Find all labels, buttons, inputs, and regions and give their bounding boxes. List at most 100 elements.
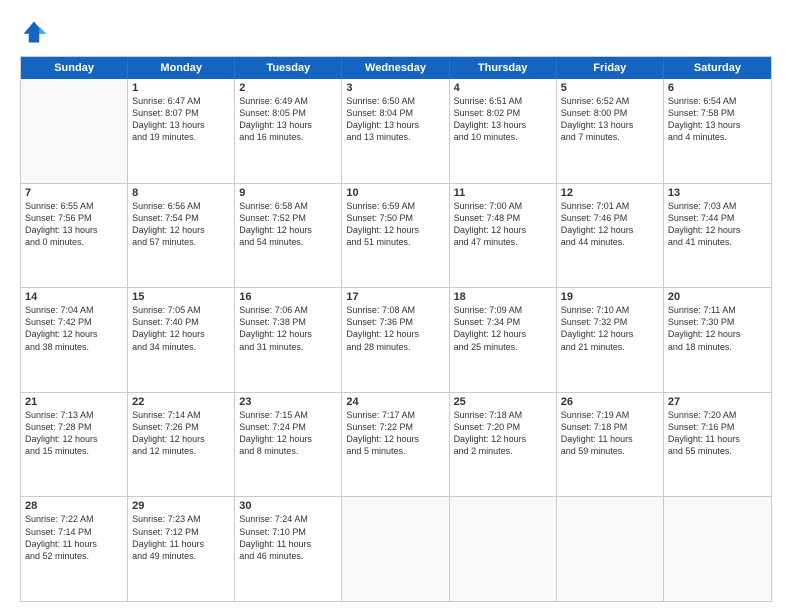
cell-line: Sunset: 7:30 PM <box>668 316 767 328</box>
cell-line: and 51 minutes. <box>346 236 444 248</box>
cell-line: Daylight: 12 hours <box>346 224 444 236</box>
cell-line: and 38 minutes. <box>25 341 123 353</box>
day-cell-10: 10Sunrise: 6:59 AMSunset: 7:50 PMDayligh… <box>342 184 449 288</box>
cell-line: Daylight: 11 hours <box>239 538 337 550</box>
cell-line: Daylight: 12 hours <box>454 433 552 445</box>
day-number: 28 <box>25 500 123 512</box>
cell-line: Sunset: 7:50 PM <box>346 212 444 224</box>
cell-line: and 44 minutes. <box>561 236 659 248</box>
cell-line: Daylight: 12 hours <box>132 433 230 445</box>
cell-line: Sunset: 8:02 PM <box>454 107 552 119</box>
cell-line: Daylight: 11 hours <box>25 538 123 550</box>
cell-line: Sunset: 7:14 PM <box>25 526 123 538</box>
cell-line: and 21 minutes. <box>561 341 659 353</box>
cell-line: Sunset: 7:46 PM <box>561 212 659 224</box>
day-number: 15 <box>132 291 230 303</box>
cell-line: Sunrise: 7:14 AM <box>132 409 230 421</box>
weekday-header-saturday: Saturday <box>664 57 771 79</box>
cell-line: Sunrise: 7:15 AM <box>239 409 337 421</box>
cell-line: Sunset: 7:32 PM <box>561 316 659 328</box>
day-cell-19: 19Sunrise: 7:10 AMSunset: 7:32 PMDayligh… <box>557 288 664 392</box>
cell-line: Daylight: 12 hours <box>132 224 230 236</box>
cell-line: Daylight: 11 hours <box>668 433 767 445</box>
cell-line: and 25 minutes. <box>454 341 552 353</box>
cell-line: Sunrise: 7:05 AM <box>132 304 230 316</box>
day-number: 2 <box>239 82 337 94</box>
calendar-row-1: 7Sunrise: 6:55 AMSunset: 7:56 PMDaylight… <box>21 184 771 289</box>
day-number: 4 <box>454 82 552 94</box>
cell-line: Daylight: 13 hours <box>239 119 337 131</box>
cell-line: and 52 minutes. <box>25 550 123 562</box>
cell-line: Sunrise: 6:47 AM <box>132 95 230 107</box>
weekday-header-sunday: Sunday <box>21 57 128 79</box>
cell-line: Sunrise: 6:59 AM <box>346 200 444 212</box>
calendar-row-3: 21Sunrise: 7:13 AMSunset: 7:28 PMDayligh… <box>21 393 771 498</box>
cell-line: and 5 minutes. <box>346 445 444 457</box>
cell-line: Sunset: 7:16 PM <box>668 421 767 433</box>
day-number: 10 <box>346 187 444 199</box>
day-cell-13: 13Sunrise: 7:03 AMSunset: 7:44 PMDayligh… <box>664 184 771 288</box>
cell-line: Daylight: 13 hours <box>668 119 767 131</box>
cell-line: Sunrise: 6:58 AM <box>239 200 337 212</box>
cell-line: and 7 minutes. <box>561 131 659 143</box>
cell-line: Daylight: 12 hours <box>25 328 123 340</box>
empty-cell <box>342 497 449 601</box>
day-cell-20: 20Sunrise: 7:11 AMSunset: 7:30 PMDayligh… <box>664 288 771 392</box>
cell-line: Sunrise: 7:06 AM <box>239 304 337 316</box>
cell-line: Sunrise: 7:20 AM <box>668 409 767 421</box>
day-number: 13 <box>668 187 767 199</box>
day-number: 25 <box>454 396 552 408</box>
cell-line: and 31 minutes. <box>239 341 337 353</box>
day-number: 14 <box>25 291 123 303</box>
cell-line: Daylight: 11 hours <box>132 538 230 550</box>
cell-line: Daylight: 12 hours <box>561 328 659 340</box>
cell-line: Sunset: 7:10 PM <box>239 526 337 538</box>
day-number: 8 <box>132 187 230 199</box>
cell-line: and 15 minutes. <box>25 445 123 457</box>
cell-line: and 19 minutes. <box>132 131 230 143</box>
cell-line: Sunset: 7:12 PM <box>132 526 230 538</box>
cell-line: Sunrise: 7:00 AM <box>454 200 552 212</box>
cell-line: and 18 minutes. <box>668 341 767 353</box>
cell-line: and 41 minutes. <box>668 236 767 248</box>
empty-cell <box>450 497 557 601</box>
cell-line: and 59 minutes. <box>561 445 659 457</box>
day-number: 19 <box>561 291 659 303</box>
cell-line: and 34 minutes. <box>132 341 230 353</box>
day-number: 1 <box>132 82 230 94</box>
day-cell-28: 28Sunrise: 7:22 AMSunset: 7:14 PMDayligh… <box>21 497 128 601</box>
day-cell-23: 23Sunrise: 7:15 AMSunset: 7:24 PMDayligh… <box>235 393 342 497</box>
cell-line: Sunrise: 7:24 AM <box>239 513 337 525</box>
cell-line: Sunrise: 6:49 AM <box>239 95 337 107</box>
day-number: 9 <box>239 187 337 199</box>
day-cell-3: 3Sunrise: 6:50 AMSunset: 8:04 PMDaylight… <box>342 79 449 183</box>
day-cell-2: 2Sunrise: 6:49 AMSunset: 8:05 PMDaylight… <box>235 79 342 183</box>
day-cell-7: 7Sunrise: 6:55 AMSunset: 7:56 PMDaylight… <box>21 184 128 288</box>
cell-line: Daylight: 13 hours <box>454 119 552 131</box>
cell-line: Sunrise: 7:04 AM <box>25 304 123 316</box>
weekday-header-wednesday: Wednesday <box>342 57 449 79</box>
cell-line: and 8 minutes. <box>239 445 337 457</box>
day-number: 3 <box>346 82 444 94</box>
day-cell-5: 5Sunrise: 6:52 AMSunset: 8:00 PMDaylight… <box>557 79 664 183</box>
cell-line: Sunset: 7:22 PM <box>346 421 444 433</box>
cell-line: Daylight: 11 hours <box>561 433 659 445</box>
cell-line: and 13 minutes. <box>346 131 444 143</box>
cell-line: Sunset: 7:58 PM <box>668 107 767 119</box>
cell-line: Sunset: 7:26 PM <box>132 421 230 433</box>
day-cell-4: 4Sunrise: 6:51 AMSunset: 8:02 PMDaylight… <box>450 79 557 183</box>
cell-line: Daylight: 12 hours <box>239 433 337 445</box>
day-number: 30 <box>239 500 337 512</box>
weekday-header-thursday: Thursday <box>450 57 557 79</box>
day-number: 21 <box>25 396 123 408</box>
day-cell-12: 12Sunrise: 7:01 AMSunset: 7:46 PMDayligh… <box>557 184 664 288</box>
cell-line: and 57 minutes. <box>132 236 230 248</box>
calendar-row-4: 28Sunrise: 7:22 AMSunset: 7:14 PMDayligh… <box>21 497 771 601</box>
day-cell-9: 9Sunrise: 6:58 AMSunset: 7:52 PMDaylight… <box>235 184 342 288</box>
cell-line: Sunset: 7:38 PM <box>239 316 337 328</box>
cell-line: and 16 minutes. <box>239 131 337 143</box>
cell-line: and 49 minutes. <box>132 550 230 562</box>
day-number: 20 <box>668 291 767 303</box>
cell-line: Sunset: 7:48 PM <box>454 212 552 224</box>
cell-line: and 2 minutes. <box>454 445 552 457</box>
